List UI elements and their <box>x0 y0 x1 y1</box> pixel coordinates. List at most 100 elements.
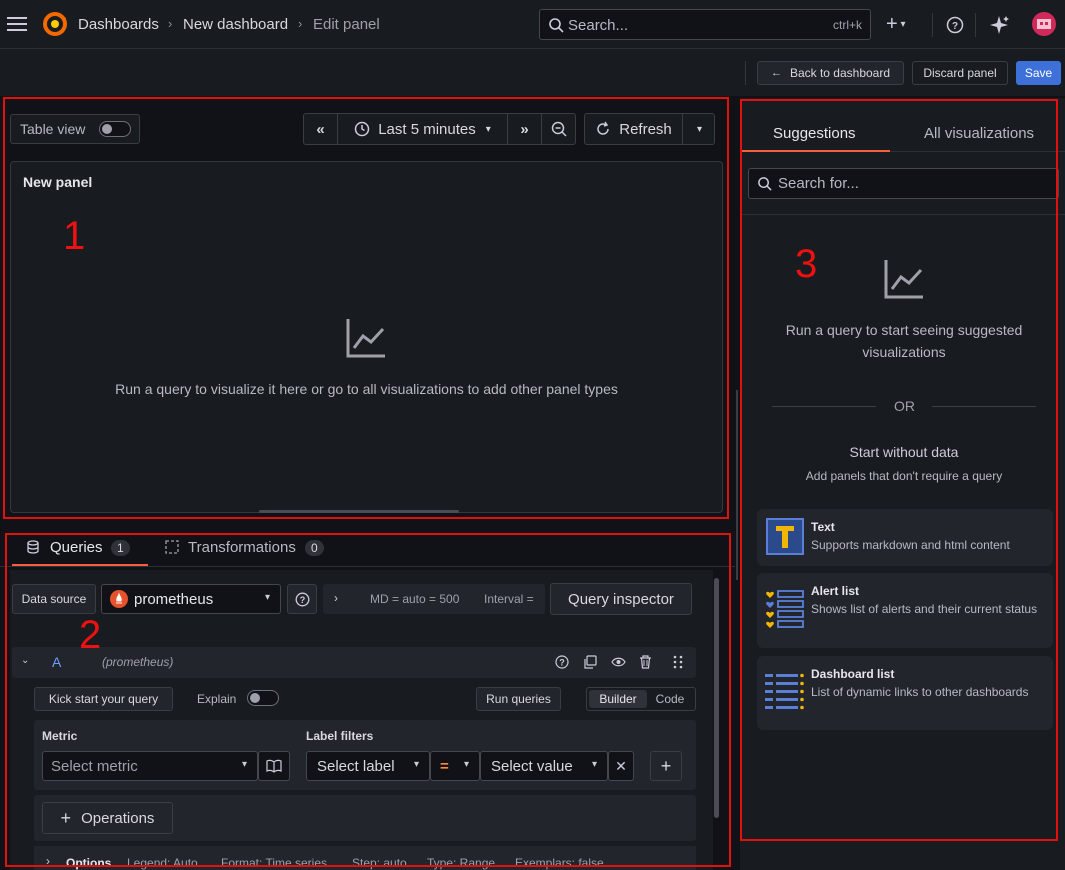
transformations-count-badge: 0 <box>305 540 324 556</box>
time-range-label: Last 5 minutes <box>378 120 476 138</box>
chevron-down-icon: ▾ <box>264 592 270 603</box>
query-scrollbar[interactable] <box>714 578 719 818</box>
grafana-logo-icon[interactable] <box>42 11 68 37</box>
annotation-label-3: 3 <box>795 242 818 286</box>
trash-icon[interactable] <box>639 655 652 669</box>
discard-panel-button[interactable]: Discard panel <box>912 61 1008 85</box>
query-options-row[interactable]: › Options Legend: Auto Format: Time seri… <box>34 846 696 870</box>
eye-icon[interactable] <box>611 655 626 669</box>
table-view-toggle[interactable]: Table view <box>10 114 140 144</box>
viz-card-alert-list-desc: Shows list of alerts and their current s… <box>811 602 1038 616</box>
refresh-interval-dropdown[interactable]: ▾ <box>683 114 716 144</box>
save-button[interactable]: Save <box>1016 61 1061 85</box>
query-inspector-label: Query inspector <box>568 590 674 608</box>
datasource-picker[interactable]: prometheus ▾ <box>101 584 281 614</box>
resize-handle[interactable] <box>259 510 459 513</box>
text-panel-icon <box>766 518 804 555</box>
max-data-points-text: MD = auto = 500 <box>370 592 460 606</box>
explain-switch[interactable] <box>247 690 279 706</box>
start-without-data-heading: Start without data <box>849 444 959 460</box>
global-search-input[interactable]: Search... ctrl+k <box>539 9 871 40</box>
operator-dropdown[interactable]: = ▾ <box>430 751 480 781</box>
tab-all-visualizations[interactable]: All visualizations <box>890 118 1065 152</box>
chevrons-right-icon: » <box>520 120 529 138</box>
help-icon[interactable]: ? <box>555 655 569 669</box>
time-shift-forward-button[interactable]: » <box>508 114 542 144</box>
drag-handle-icon[interactable] <box>673 655 683 669</box>
time-range-picker[interactable]: Last 5 minutes ▾ <box>338 114 508 144</box>
duplicate-icon[interactable] <box>583 655 597 669</box>
metric-label: Metric <box>42 729 78 743</box>
viz-search-input[interactable]: Search for... <box>748 168 1059 199</box>
search-shortcut: ctrl+k <box>832 18 862 32</box>
table-view-switch[interactable] <box>99 121 131 137</box>
divider <box>932 406 1036 407</box>
prometheus-icon <box>110 590 128 608</box>
tab-transformations-label: Transformations <box>188 539 296 556</box>
viz-card-dashboard-list[interactable]: Dashboard list List of dynamic links to … <box>757 656 1053 730</box>
plus-icon: + <box>886 13 898 35</box>
add-new-button[interactable]: + ▾ <box>886 13 906 36</box>
search-icon <box>548 17 564 33</box>
interval-text: Interval = <box>484 592 534 606</box>
breadcrumb-dashboards[interactable]: Dashboards <box>78 16 159 33</box>
datasource-label: Data source <box>12 584 96 614</box>
divider <box>772 406 876 407</box>
legend-summary: Legend: Auto <box>127 856 198 870</box>
metrics-explorer-button[interactable] <box>258 751 290 781</box>
select-label-dropdown[interactable]: Select label ▾ <box>306 751 430 781</box>
query-options-summary[interactable]: › MD = auto = 500 Interval = <box>323 584 545 614</box>
datasource-label-text: Data source <box>21 592 87 606</box>
alert-list-icon <box>765 589 805 631</box>
chevron-right-icon: › <box>46 854 50 868</box>
code-mode-button[interactable]: Code <box>647 690 693 708</box>
plus-icon: + <box>660 755 672 776</box>
viz-card-text[interactable]: Text Supports markdown and html content <box>757 509 1053 566</box>
divider <box>741 214 1065 215</box>
viz-card-text-title: Text <box>811 520 835 534</box>
chevron-down-icon[interactable]: ⌄ <box>21 655 29 666</box>
graph-icon <box>345 317 387 359</box>
zoom-out-button[interactable] <box>542 114 576 144</box>
menu-icon[interactable] <box>7 15 27 33</box>
breadcrumb-new-dashboard[interactable]: New dashboard <box>183 16 288 33</box>
panel-preview: New panel Run a query to visualize it he… <box>10 161 723 513</box>
back-label: Back to dashboard <box>789 66 891 80</box>
tab-transformations[interactable]: Transformations 0 <box>164 534 334 566</box>
viz-card-alert-list[interactable]: Alert list Shows list of alerts and thei… <box>757 573 1053 648</box>
editor-mode-toggle: Builder Code <box>586 687 696 711</box>
builder-mode-button[interactable]: Builder <box>589 690 647 708</box>
sparkle-icon[interactable] <box>990 15 1010 35</box>
options-label: Options <box>66 856 112 870</box>
tab-suggestions[interactable]: Suggestions <box>741 118 890 152</box>
splitter-handle[interactable] <box>736 390 738 580</box>
tab-queries[interactable]: Queries 1 <box>12 534 148 566</box>
panel-title: New panel <box>23 174 93 190</box>
builder-label: Builder <box>599 692 637 706</box>
metric-select[interactable]: Select metric ▾ <box>42 751 258 781</box>
svg-text:?: ? <box>559 658 565 668</box>
remove-filter-button[interactable]: ✕ <box>608 751 634 781</box>
tab-queries-label: Queries <box>50 539 103 556</box>
breadcrumb-edit-panel: Edit panel <box>313 16 380 33</box>
add-filter-button[interactable]: + <box>650 751 682 781</box>
chevron-down-icon: ▾ <box>591 759 597 770</box>
database-icon <box>27 540 39 554</box>
suggestions-empty-line2: visualizations <box>862 344 946 360</box>
exemplars-summary: Exemplars: false <box>515 856 604 870</box>
back-to-dashboard-button[interactable]: ← Back to dashboard <box>757 61 904 85</box>
arrow-left-icon: ← <box>770 67 782 79</box>
datasource-help-button[interactable]: ? <box>287 584 317 614</box>
add-operation-button[interactable]: + Operations <box>42 802 173 834</box>
operations-label: Operations <box>81 809 155 827</box>
metric-placeholder: Select metric <box>51 757 138 775</box>
kick-start-button[interactable]: Kick start your query <box>34 687 173 711</box>
select-value-dropdown[interactable]: Select value ▾ <box>480 751 608 781</box>
user-avatar[interactable] <box>1032 12 1056 36</box>
refresh-button[interactable]: Refresh <box>585 114 683 144</box>
query-inspector-button[interactable]: Query inspector <box>550 583 692 615</box>
query-name[interactable]: A <box>52 654 61 670</box>
run-queries-button[interactable]: Run queries <box>476 687 561 711</box>
time-shift-back-button[interactable]: « <box>304 114 338 144</box>
help-icon[interactable]: ? <box>946 16 964 34</box>
